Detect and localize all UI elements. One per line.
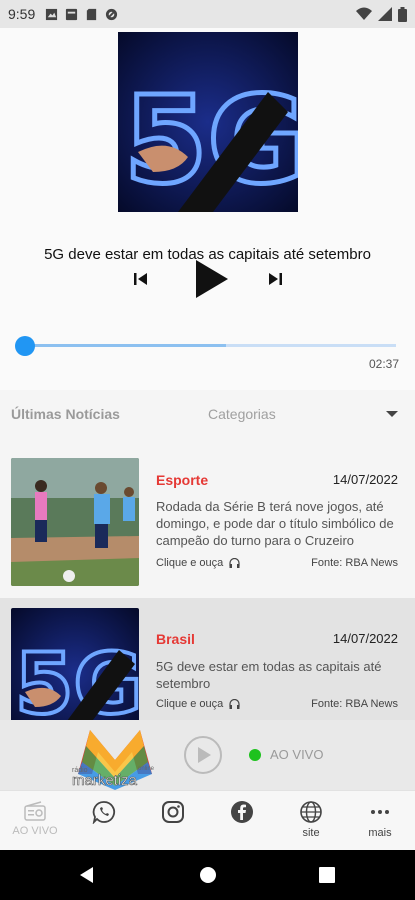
news-date: 14/07/2022 <box>332 631 398 646</box>
news-source: Fonte: RBA News <box>311 557 398 569</box>
news-tabs: Últimas Notícias Categorias <box>0 390 415 438</box>
news-date: 14/07/2022 <box>332 472 398 487</box>
previous-button[interactable] <box>130 268 152 290</box>
instagram-icon <box>162 801 184 823</box>
audio-player: 5G 5G deve estar em todas as capitais at… <box>0 28 415 390</box>
dropdown-arrow-icon[interactable] <box>386 411 398 417</box>
signal-icon <box>378 7 392 21</box>
nav-item-site[interactable]: site <box>276 791 346 851</box>
battery-icon <box>398 6 407 22</box>
next-button[interactable] <box>264 268 286 290</box>
radio-icon <box>24 801 46 821</box>
mini-play-button[interactable] <box>184 736 222 774</box>
duration-label: 02:37 <box>368 357 399 371</box>
news-category: Esporte <box>156 472 209 488</box>
system-navigation-bar <box>0 850 415 900</box>
play-icon <box>198 747 211 763</box>
headphones-icon <box>229 558 240 568</box>
cover-image: 5G <box>118 32 298 212</box>
nav-item-facebook[interactable] <box>207 791 277 851</box>
listen-link[interactable]: Clique e ouça <box>156 557 240 569</box>
live-label: AO VIVO <box>270 747 324 762</box>
facebook-icon <box>231 801 253 823</box>
nav-label-mais: mais <box>368 827 392 839</box>
nav-item-instagram[interactable] <box>138 791 208 851</box>
news-source: Fonte: RBA News <box>311 698 398 710</box>
categories-dropdown[interactable]: Categorias <box>208 406 276 422</box>
image-notification-icon <box>46 8 58 20</box>
recents-icon[interactable] <box>319 867 335 883</box>
back-icon[interactable] <box>78 866 96 884</box>
nav-item-mais[interactable]: mais <box>345 791 415 851</box>
nav-label-aovivo: AO VIVO <box>12 825 58 837</box>
skip-next-icon <box>269 273 282 285</box>
nav-item-aovivo[interactable]: AO VIVO <box>0 791 70 851</box>
card-notification-icon <box>66 8 78 20</box>
status-time: 9:59 <box>8 6 36 22</box>
progress-fill <box>26 344 226 347</box>
wifi-icon <box>356 7 372 20</box>
mini-player: rádio marketiza online AO VIVO <box>0 720 415 790</box>
sd-card-icon <box>87 8 97 20</box>
sync-icon <box>106 8 118 20</box>
news-headline: Rodada da Série B terá nove jogos, até d… <box>156 499 394 548</box>
progress-knob[interactable] <box>15 336 35 356</box>
news-category: Brasil <box>156 631 195 647</box>
news-item[interactable]: 5G Brasil 14/07/2022 5G deve estar em to… <box>0 598 415 720</box>
nav-item-whatsapp[interactable] <box>69 791 139 851</box>
more-icon <box>371 810 389 814</box>
svg-text:online: online <box>138 766 155 772</box>
status-bar: 9:59 <box>0 0 415 28</box>
headphones-icon <box>229 699 240 709</box>
whatsapp-icon <box>92 801 116 824</box>
news-thumbnail <box>11 458 139 586</box>
svg-text:marketiza: marketiza <box>72 772 138 789</box>
radio-logo: rádio marketiza online <box>70 722 160 790</box>
nav-label-site: site <box>302 827 320 839</box>
play-button[interactable] <box>190 256 232 302</box>
news-item[interactable]: Esporte 14/07/2022 Rodada da Série B ter… <box>0 448 415 598</box>
globe-icon <box>300 801 322 823</box>
progress-bar[interactable] <box>26 344 396 347</box>
bottom-nav: AO VIVO site mais <box>0 790 415 850</box>
tab-latest-news[interactable]: Últimas Notícias <box>11 406 120 422</box>
listen-label: Clique e ouça <box>156 698 224 710</box>
listen-link[interactable]: Clique e ouça <box>156 698 240 710</box>
news-thumbnail: 5G <box>11 608 139 720</box>
news-headline: 5G deve estar em todas as capitais até s… <box>156 659 382 691</box>
skip-previous-icon <box>134 273 147 285</box>
listen-label: Clique e ouça <box>156 557 224 569</box>
home-icon[interactable] <box>199 866 217 884</box>
play-icon <box>196 260 228 298</box>
live-indicator <box>249 749 261 761</box>
